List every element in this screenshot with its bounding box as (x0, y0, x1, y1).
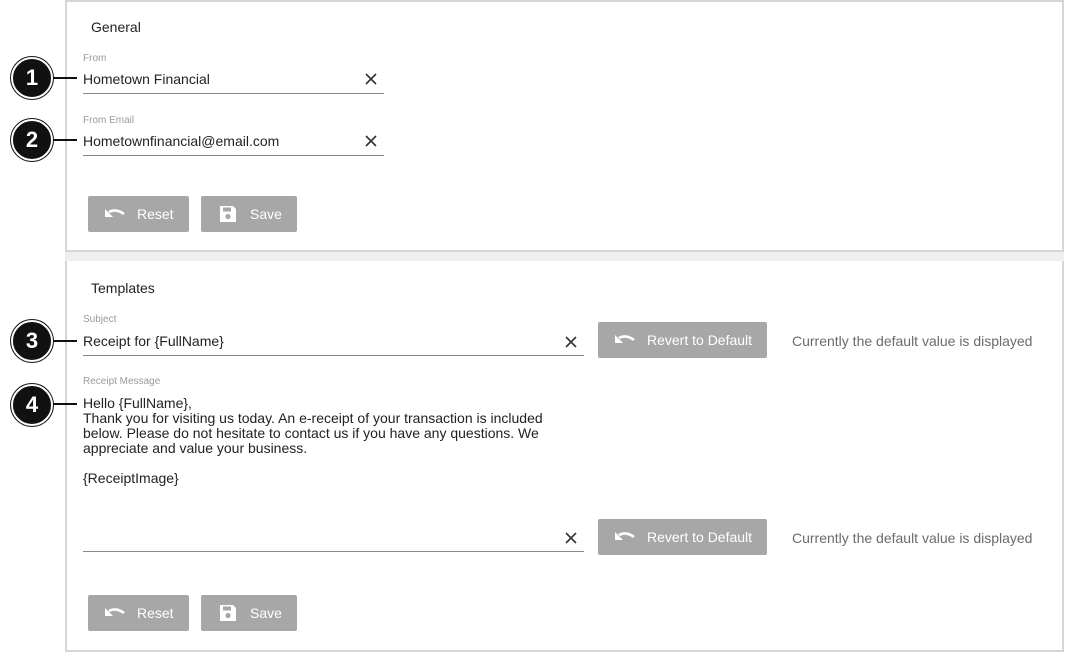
subject-label: Subject (83, 314, 117, 325)
subject-revert-label: Revert to Default (647, 332, 753, 348)
templates-save-button[interactable]: Save (201, 595, 297, 631)
from-field[interactable]: From Hometown Financial (83, 53, 384, 94)
templates-reset-label: Reset (137, 605, 174, 621)
receipt-message-label: Receipt Message (83, 376, 161, 387)
callout-badge-4: 4 (11, 384, 53, 426)
callout-badge-1: 1 (11, 57, 53, 99)
receipt-message-line: below. Please do not hesitate to contact… (83, 425, 539, 441)
callout-leader-line (50, 139, 77, 141)
undo-icon (103, 606, 127, 620)
message-revert-button[interactable]: Revert to Default (598, 519, 767, 555)
general-card: General From Hometown Financial From Ema… (65, 0, 1064, 252)
general-section-title: General (91, 19, 141, 35)
templates-card: Templates Subject Receipt for {FullName}… (65, 261, 1064, 652)
undo-icon (103, 207, 127, 221)
receipt-message-text[interactable]: Hello {FullName}, Thank you for visiting… (83, 396, 543, 486)
general-reset-button[interactable]: Reset (88, 196, 189, 232)
templates-save-label: Save (250, 605, 282, 621)
callout-badge-3: 3 (11, 320, 53, 362)
from-email-value[interactable]: Hometownfinancial@email.com (83, 133, 279, 149)
callout-leader-line (50, 340, 77, 342)
callout-leader-line (50, 77, 77, 79)
receipt-message-line: {ReceiptImage} (83, 470, 179, 486)
close-icon[interactable] (364, 134, 378, 148)
section-divider (65, 252, 1064, 261)
close-icon[interactable] (564, 531, 578, 545)
receipt-message-line: Thank you for visiting us today. An e-re… (83, 410, 543, 426)
general-save-label: Save (250, 206, 282, 222)
close-icon[interactable] (564, 335, 578, 349)
from-email-label: From Email (83, 115, 135, 126)
from-value[interactable]: Hometown Financial (83, 71, 210, 87)
receipt-message-line (83, 456, 543, 471)
subject-default-hint: Currently the default value is displayed (792, 333, 1033, 349)
general-save-button[interactable]: Save (201, 196, 297, 232)
callout-badge-2: 2 (11, 119, 53, 161)
subject-field[interactable]: Subject Receipt for {FullName} (83, 314, 584, 356)
from-email-field[interactable]: From Email Hometownfinancial@email.com (83, 115, 384, 156)
templates-section-title: Templates (91, 280, 155, 296)
receipt-message-line: appreciate and value your business. (83, 440, 308, 456)
subject-value[interactable]: Receipt for {FullName} (83, 333, 224, 349)
subject-revert-button[interactable]: Revert to Default (598, 322, 767, 358)
message-default-hint: Currently the default value is displayed (792, 530, 1033, 546)
receipt-message-line: Hello {FullName}, (83, 395, 192, 411)
undo-icon (613, 530, 637, 544)
from-label: From (83, 53, 107, 64)
templates-reset-button[interactable]: Reset (88, 595, 189, 631)
floppy-disk-icon (218, 205, 238, 223)
message-revert-label: Revert to Default (647, 529, 753, 545)
undo-icon (613, 333, 637, 347)
receipt-message-field[interactable]: Receipt Message Hello {FullName}, Thank … (83, 376, 584, 552)
close-icon[interactable] (364, 72, 378, 86)
general-reset-label: Reset (137, 206, 174, 222)
floppy-disk-icon (218, 604, 238, 622)
callout-leader-line (50, 403, 77, 405)
